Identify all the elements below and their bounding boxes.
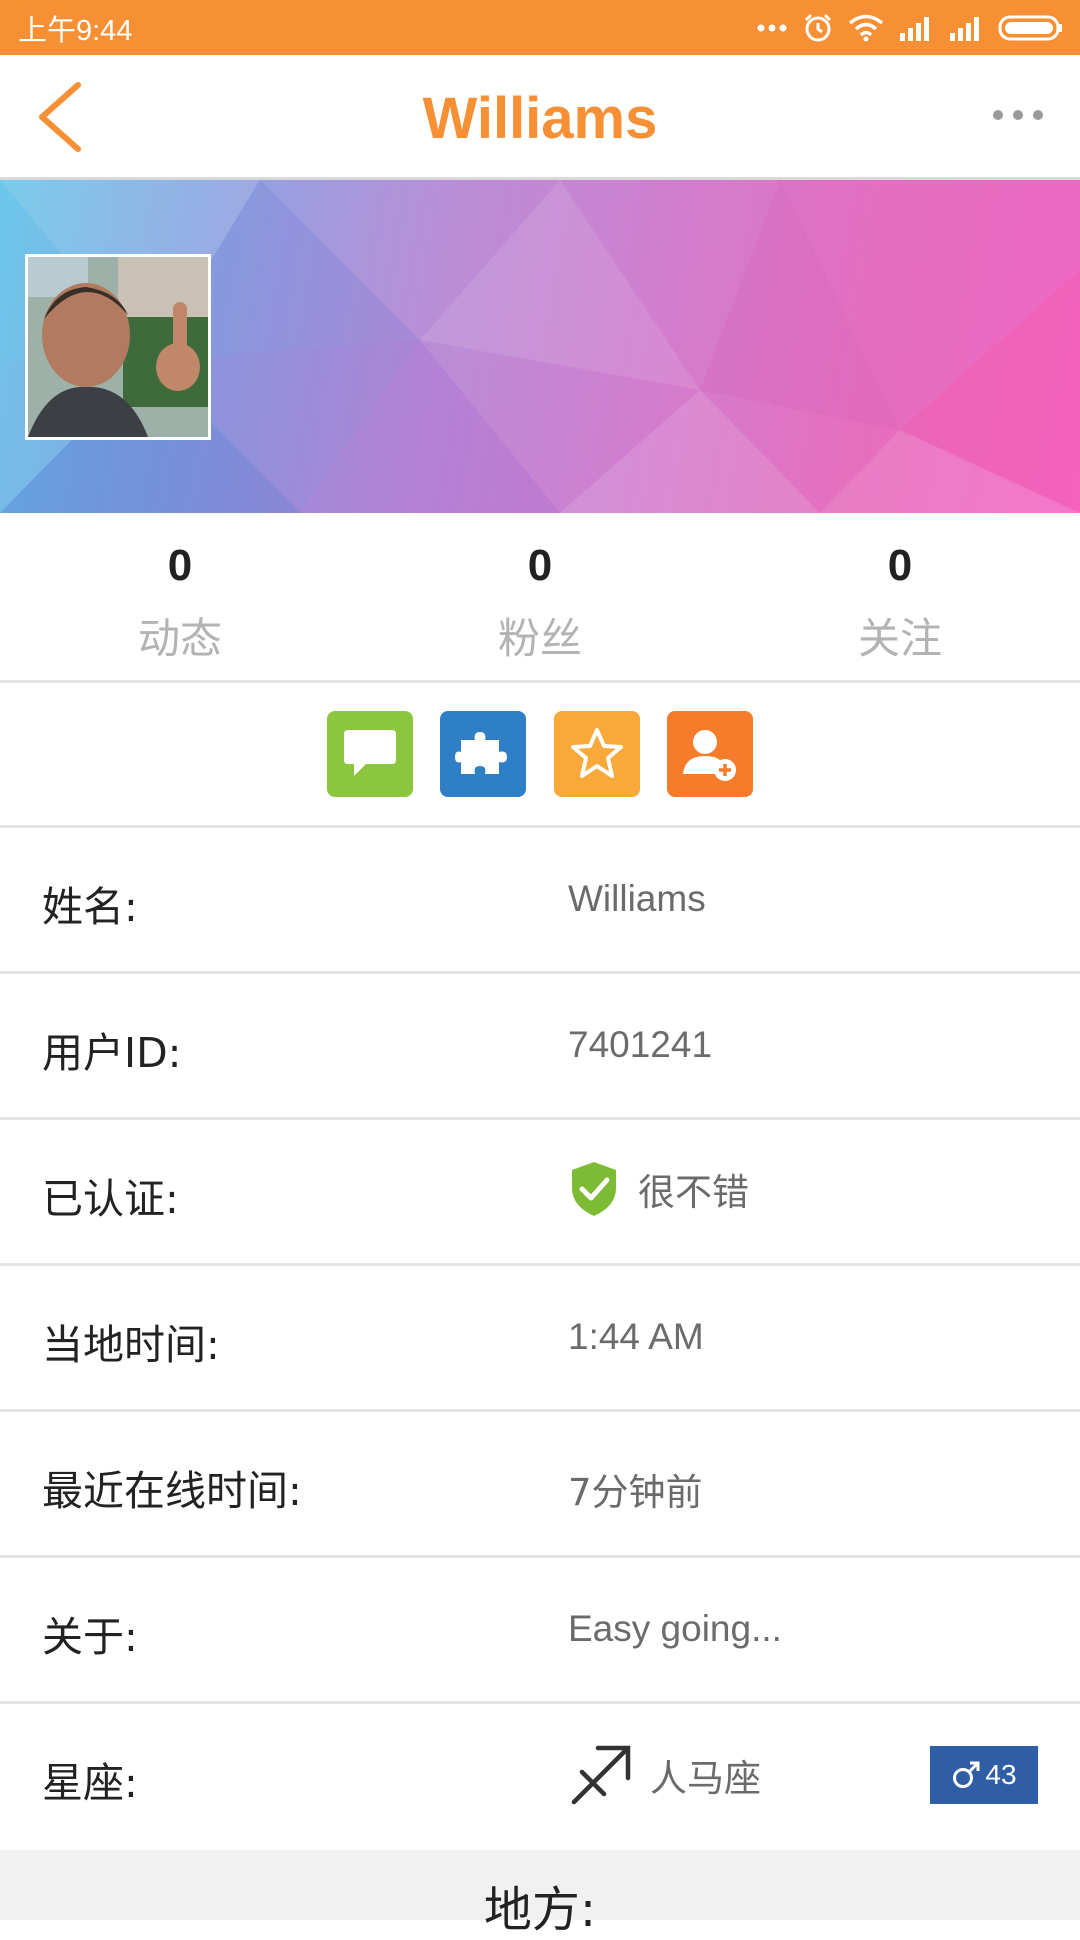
avatar[interactable]	[25, 254, 211, 440]
zodiac-value: 人马座	[650, 1757, 761, 1800]
location-section-header: 地方:	[0, 1850, 1080, 1938]
stat-following[interactable]: 0 关注	[720, 513, 1080, 680]
sagittarius-icon	[571, 1745, 631, 1805]
row-about: 关于: Easy going...	[0, 1558, 1080, 1704]
age-value: 43	[985, 1759, 1017, 1790]
male-icon	[953, 1761, 980, 1788]
user-id-value: 7401241	[568, 1024, 713, 1065]
chat-bubble-icon	[344, 730, 396, 776]
name-label: 姓名:	[42, 883, 138, 931]
stat-posts[interactable]: 0 动态	[0, 513, 360, 680]
navigation-bar: Williams	[0, 55, 1080, 180]
stat-value: 0	[527, 541, 553, 590]
row-verified: 已认证: 很不错	[0, 1120, 1080, 1266]
alarm-icon	[804, 13, 832, 41]
add-user-icon	[683, 730, 736, 781]
about-value: Easy going...	[568, 1608, 782, 1649]
verified-value-group: 很不错	[568, 1160, 749, 1218]
row-zodiac: 星座: 人马座 43	[0, 1704, 1080, 1850]
profile-info-list: 姓名: Williams 用户ID: 7401241 已认证: 很不错 当地时间…	[0, 828, 1080, 1850]
puzzle-icon	[455, 732, 507, 774]
dots-icon	[757, 24, 787, 31]
puzzle-button[interactable]	[440, 711, 526, 797]
shield-check-icon	[572, 1162, 616, 1216]
stat-label: 动态	[137, 614, 222, 663]
name-value: Williams	[568, 878, 706, 919]
row-local-time: 当地时间: 1:44 AM	[0, 1266, 1080, 1412]
stat-label: 粉丝	[497, 614, 582, 663]
signal-icon	[900, 16, 929, 41]
wifi-icon	[848, 14, 884, 41]
message-button[interactable]	[327, 711, 413, 797]
stat-fans[interactable]: 0 粉丝	[360, 513, 720, 680]
star-icon	[571, 728, 623, 778]
stat-value: 0	[167, 541, 193, 590]
row-last-online: 最近在线时间: 7分钟前	[0, 1412, 1080, 1558]
row-name: 姓名: Williams	[0, 828, 1080, 974]
page-title: Williams	[422, 86, 658, 151]
local-time-value: 1:44 AM	[568, 1316, 704, 1357]
verified-value: 很不错	[638, 1171, 749, 1214]
status-time: 上午9:44	[18, 14, 133, 47]
zodiac-value-group: 人马座	[568, 1742, 761, 1808]
signal-icon	[950, 16, 979, 41]
stat-value: 0	[887, 541, 913, 590]
section-title: 地方:	[483, 1882, 597, 1938]
status-bar: 上午9:44	[0, 0, 1080, 55]
stat-label: 关注	[857, 614, 942, 663]
row-user-id: 用户ID: 7401241	[0, 974, 1080, 1120]
action-buttons	[0, 683, 1080, 828]
last-online-label: 最近在线时间:	[42, 1467, 302, 1515]
favorite-button[interactable]	[554, 711, 640, 797]
more-icon	[993, 110, 1043, 120]
stats-bar: 0 动态 0 粉丝 0 关注	[0, 513, 1080, 683]
add-friend-button[interactable]	[667, 711, 753, 797]
about-label: 关于:	[42, 1613, 138, 1661]
last-online-value: 7分钟前	[568, 1471, 703, 1514]
status-icons	[756, 12, 1064, 44]
gender-age-badge: 43	[930, 1746, 1038, 1804]
zodiac-label: 星座:	[42, 1759, 138, 1807]
user-id-label: 用户ID:	[42, 1029, 182, 1077]
profile-banner	[0, 180, 1080, 513]
local-time-label: 当地时间:	[42, 1321, 220, 1369]
avatar-photo	[28, 257, 208, 437]
more-options-button[interactable]	[992, 105, 1044, 125]
verified-label: 已认证:	[42, 1175, 179, 1223]
battery-icon	[998, 15, 1062, 40]
